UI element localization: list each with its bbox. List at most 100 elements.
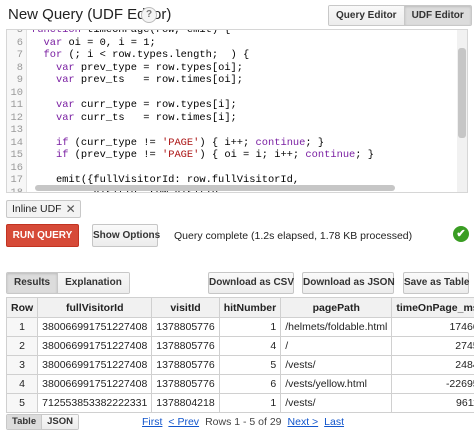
cell-hitnumber: 5 xyxy=(218,355,282,375)
line-number: 15 xyxy=(10,149,23,161)
cell-fullvisitorid: 380066991751227408 xyxy=(37,374,153,394)
code-line[interactable]: 9 var prev_ts = row.times[oi]; xyxy=(7,74,457,87)
table-header-row: Row fullVisitorId visitId hitNumber page… xyxy=(5,297,474,318)
column-header-pagepath: pagePath xyxy=(280,297,393,318)
cell-visitid: 1378805776 xyxy=(151,336,220,356)
line-number: 11 xyxy=(10,99,23,111)
table-row: 5 712553853382222331 1378804218 1/vests/961… xyxy=(5,393,474,413)
cell-pagepath: /vests/ xyxy=(280,393,393,413)
check-circle-icon: ✔ xyxy=(453,226,469,242)
query-editor-button[interactable]: Query Editor xyxy=(329,6,404,25)
cell-timeonpage: -22695 xyxy=(391,374,474,394)
close-icon[interactable]: ✕ xyxy=(66,203,76,215)
cell-visitid: 1378805776 xyxy=(151,355,220,375)
line-number: 12 xyxy=(10,111,23,124)
inline-udf-chip[interactable]: Inline UDF ✕ xyxy=(6,200,81,218)
udf-editor-button[interactable]: UDF Editor xyxy=(403,6,471,25)
line-number: 18 xyxy=(10,186,23,193)
code-text: var curr_type = row.types[i]; xyxy=(55,99,237,111)
editor-mode-toggle: Query Editor UDF Editor xyxy=(328,5,472,26)
line-number: 6 xyxy=(16,36,23,49)
download-json-button[interactable]: Download as JSON xyxy=(302,272,395,294)
cell-timeonpage: 17466 xyxy=(391,317,474,337)
code-line[interactable]: 14 if (curr_type != 'PAGE') { i++; conti… xyxy=(7,137,457,150)
inline-udf-label: Inline UDF xyxy=(12,203,62,215)
cell-hitnumber: 6 xyxy=(218,374,282,394)
view-toggle: Table JSON xyxy=(6,414,79,430)
tab-results[interactable]: Results xyxy=(7,273,58,293)
code-text: function timeOnPage(row, emit) { xyxy=(31,29,231,36)
code-line[interactable]: 6 var oi = 0, i = 1; xyxy=(7,37,457,50)
code-text: var prev_ts = row.times[oi]; xyxy=(55,74,244,86)
editor-vertical-scrollbar[interactable] xyxy=(457,30,467,192)
cell-fullvisitorid: 380066991751227408 xyxy=(37,317,153,337)
code-line[interactable]: 10 xyxy=(7,87,457,100)
code-text: var prev_type = row.types[oi]; xyxy=(55,61,244,74)
line-number: 7 xyxy=(16,49,23,61)
next-page-link[interactable]: Next > xyxy=(288,416,319,428)
cell-fullvisitorid: 712553853382222331 xyxy=(37,393,153,413)
line-number: 16 xyxy=(10,161,23,174)
cell-row: 1 xyxy=(5,317,39,337)
code-line[interactable]: 16 xyxy=(7,162,457,175)
code-text: var oi = 0, i = 1; xyxy=(43,36,156,49)
editor-horizontal-scroll-thumb[interactable] xyxy=(35,185,395,191)
cell-hitnumber: 4 xyxy=(218,336,282,356)
code-line[interactable]: 7 for (; i < row.types.length; ) { xyxy=(7,49,457,62)
editor-vertical-scroll-thumb[interactable] xyxy=(458,48,466,138)
code-text: var curr_ts = row.times[i]; xyxy=(55,111,237,124)
code-line[interactable]: 15 if (prev_type != 'PAGE') { oi = i; i+… xyxy=(7,149,457,162)
cell-row: 2 xyxy=(5,336,39,356)
help-icon[interactable]: ? xyxy=(141,7,157,23)
code-line[interactable]: 13 xyxy=(7,124,457,137)
json-view-button[interactable]: JSON xyxy=(41,415,78,429)
first-page-link[interactable]: First xyxy=(142,416,162,428)
cell-fullvisitorid: 380066991751227408 xyxy=(37,355,153,375)
line-number: 17 xyxy=(10,174,23,186)
udf-code-editor[interactable]: 5 function timeOnPage(row, emit) {6 var o… xyxy=(6,29,468,193)
row-range: Rows 1 - 5 of 29 xyxy=(205,416,282,428)
save-as-table-button[interactable]: Save as Table xyxy=(403,272,469,294)
code-line[interactable]: 11 var curr_type = row.types[i]; xyxy=(7,99,457,112)
code-line[interactable]: 12 var curr_ts = row.times[i]; xyxy=(7,112,457,125)
column-header-fullvisitorid: fullVisitorId xyxy=(37,297,153,318)
line-number: 8 xyxy=(16,61,23,74)
cell-visitid: 1378804218 xyxy=(151,393,220,413)
table-row: 4 380066991751227408 1378805776 6/vests/yel… xyxy=(5,374,474,394)
table-view-button[interactable]: Table xyxy=(7,415,42,429)
show-options-button[interactable]: Show Options xyxy=(92,224,160,247)
cell-fullvisitorid: 380066991751227408 xyxy=(37,336,153,356)
column-header-timeonpage: timeOnPage_ms xyxy=(391,297,474,318)
tab-explanation[interactable]: Explanation xyxy=(57,273,129,293)
column-header-hitnumber: hitNumber xyxy=(218,297,282,318)
cell-timeonpage: 2484 xyxy=(391,355,474,375)
cell-visitid: 1378805776 xyxy=(151,374,220,394)
cell-pagepath: /vests/ xyxy=(280,355,393,375)
cell-timeonpage: 9611 xyxy=(391,393,474,413)
cell-hitnumber: 1 xyxy=(218,393,282,413)
results-table: Row fullVisitorId visitId hitNumber page… xyxy=(5,297,474,413)
code-line[interactable]: 5 function timeOnPage(row, emit) { xyxy=(7,29,457,37)
line-number: 5 xyxy=(16,29,23,36)
last-page-link[interactable]: Last xyxy=(324,416,344,428)
cell-row: 4 xyxy=(5,374,39,394)
cell-pagepath: /helmets/foldable.html xyxy=(280,317,393,337)
code-text: for (; i < row.types.length; ) { xyxy=(43,49,250,61)
pagination: First < Prev Rows 1 - 5 of 29 Next > Las… xyxy=(142,416,344,428)
table-row: 3 380066991751227408 1378805776 5/vests/248… xyxy=(5,355,474,375)
run-query-button[interactable]: RUN QUERY xyxy=(6,224,79,247)
table-row: 238006699175122740813788057764/2745 xyxy=(5,336,474,356)
download-csv-button[interactable]: Download as CSV xyxy=(208,272,294,294)
prev-page-link[interactable]: < Prev xyxy=(168,416,199,428)
cell-pagepath: /vests/yellow.html xyxy=(280,374,393,394)
line-number: 14 xyxy=(10,136,23,149)
code-lines[interactable]: 5 function timeOnPage(row, emit) {6 var o… xyxy=(7,29,457,193)
cell-visitid: 1378805776 xyxy=(151,317,220,337)
code-text: if (prev_type != 'PAGE') { oi = i; i++; … xyxy=(55,149,375,161)
table-row: 1 380066991751227408 1378805776 1/helmets/f… xyxy=(5,317,474,337)
column-header-visitid: visitId xyxy=(151,297,220,318)
cell-row: 3 xyxy=(5,355,39,375)
cell-hitnumber: 1 xyxy=(218,317,282,337)
cell-timeonpage: 2745 xyxy=(391,336,474,356)
code-line[interactable]: 8 var prev_type = row.types[oi]; xyxy=(7,62,457,75)
